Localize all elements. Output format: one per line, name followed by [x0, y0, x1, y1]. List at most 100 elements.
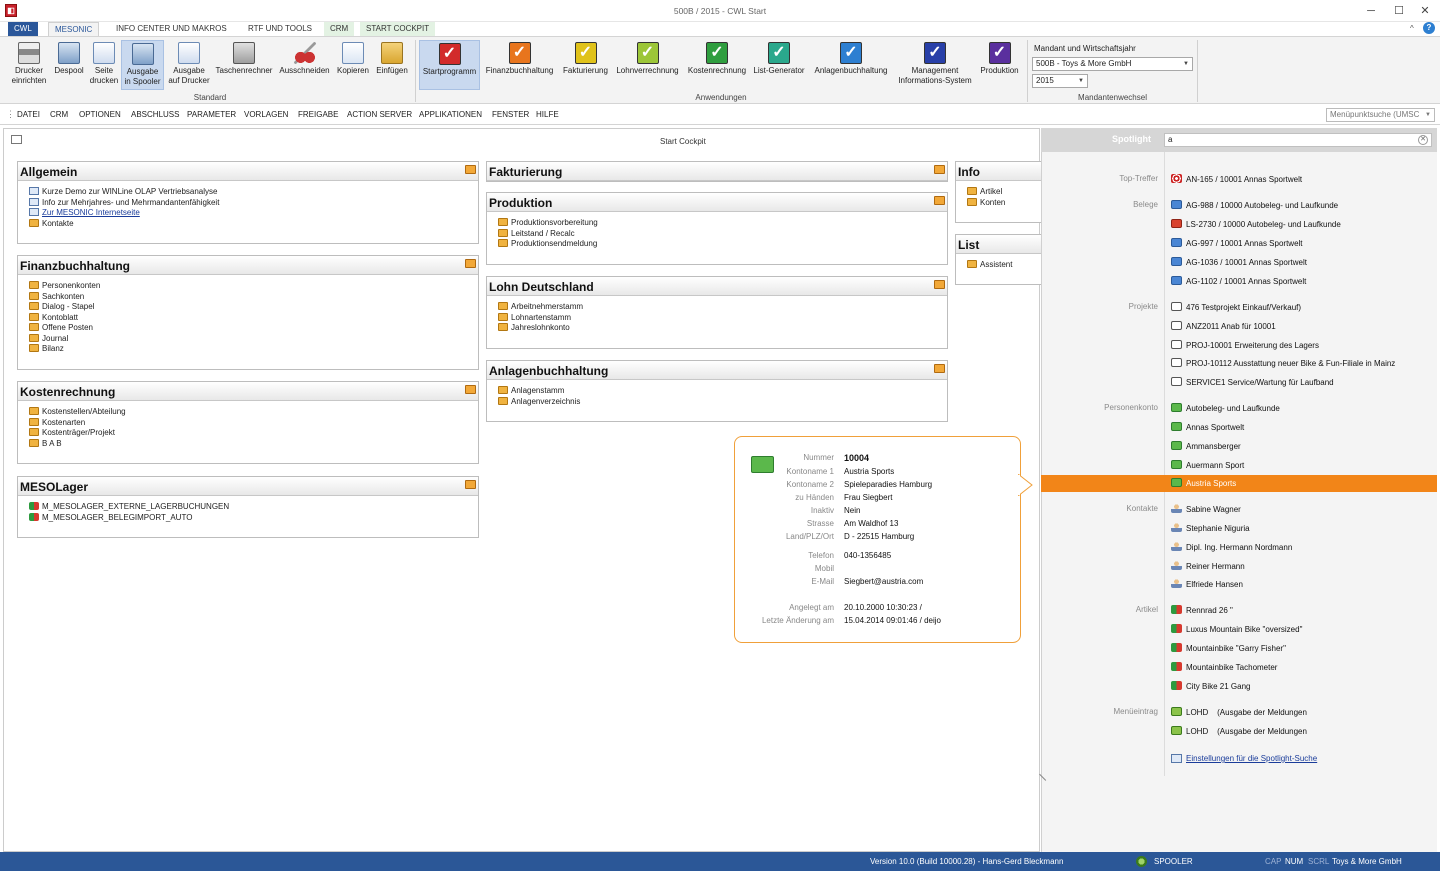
- menu-optionen[interactable]: OPTIONEN: [79, 110, 121, 119]
- finanzbuchhaltung-button[interactable]: ✓ Finanzbuchhaltung: [481, 40, 558, 90]
- spotlight-item[interactable]: LS-2730 / 10000 Autobeleg- und Laufkunde: [1171, 219, 1341, 229]
- spotlight-item[interactable]: City Bike 21 Gang: [1171, 681, 1250, 691]
- spotlight-item[interactable]: Rennrad 26 ": [1171, 605, 1233, 615]
- tab-start-cockpit[interactable]: START COCKPIT: [360, 22, 436, 36]
- spotlight-item[interactable]: AN-165 / 10001 Annas Sportwelt: [1171, 174, 1302, 184]
- list-item[interactable]: Kurze Demo zur WINLine OLAP Vertriebsana…: [29, 187, 478, 198]
- clear-icon[interactable]: ✕: [1418, 135, 1428, 145]
- folder-icon[interactable]: [465, 480, 476, 489]
- spotlight-item[interactable]: Annas Sportwelt: [1171, 422, 1244, 432]
- list-item[interactable]: Sachkonten: [29, 291, 478, 303]
- year-select[interactable]: 2015 ▼: [1032, 74, 1088, 88]
- menu-parameter[interactable]: PARAMETER: [187, 110, 236, 119]
- minimize-button[interactable]: ─: [1358, 3, 1384, 19]
- folder-icon[interactable]: [934, 165, 945, 174]
- list-item[interactable]: Arbeitnehmerstamm: [498, 302, 947, 313]
- fakturierung-button[interactable]: ✓ Fakturierung: [559, 40, 612, 90]
- mesonic-link[interactable]: Zur MESONIC Internetseite: [42, 208, 140, 217]
- spotlight-item[interactable]: Mountainbike Tachometer: [1171, 662, 1277, 672]
- list-item[interactable]: Zur MESONIC Internetseite: [29, 208, 478, 219]
- tab-cwl[interactable]: CWL: [8, 22, 38, 36]
- produktion-button[interactable]: ✓ Produktion: [976, 40, 1023, 90]
- menu-crm[interactable]: CRM: [50, 110, 68, 119]
- menu-vorlagen[interactable]: VORLAGEN: [244, 110, 288, 119]
- list-item[interactable]: Kontoblatt: [29, 312, 478, 324]
- printer-setup-button[interactable]: Drucker einrichten: [8, 40, 50, 90]
- list-item[interactable]: Kontakte: [29, 218, 478, 230]
- menu-search-input[interactable]: Menüpunktsuche (UMSC ▼: [1326, 108, 1435, 122]
- spotlight-item[interactable]: Elfriede Hansen: [1171, 579, 1243, 589]
- spooler-icon[interactable]: [1136, 856, 1147, 867]
- maximize-button[interactable]: ☐: [1386, 3, 1412, 19]
- folder-icon[interactable]: [934, 280, 945, 289]
- menu-applikationen[interactable]: APPLIKATIONEN: [419, 110, 482, 119]
- cut-button[interactable]: Ausschneiden: [276, 40, 333, 90]
- spotlight-item-selected[interactable]: Austria Sports: [1171, 478, 1236, 488]
- list-item[interactable]: Dialog - Stapel: [29, 302, 478, 313]
- spotlight-item[interactable]: Mountainbike "Garry Fisher": [1171, 643, 1286, 653]
- output-spooler-button[interactable]: Ausgabe in Spooler: [121, 40, 164, 90]
- list-item[interactable]: Personenkonten: [29, 281, 478, 292]
- print-page-button[interactable]: Seite drucken: [88, 40, 120, 90]
- menu-abschluss[interactable]: ABSCHLUSS: [131, 110, 179, 119]
- folder-icon[interactable]: [465, 385, 476, 394]
- spotlight-item[interactable]: Stephanie Niguria: [1171, 523, 1250, 533]
- spotlight-search-input[interactable]: a: [1164, 133, 1432, 147]
- folder-icon[interactable]: [934, 364, 945, 373]
- spotlight-item[interactable]: PROJ-10001 Erweiterung des Lagers: [1171, 340, 1319, 350]
- list-item[interactable]: Lohnartenstamm: [498, 312, 947, 324]
- spotlight-item[interactable]: SERVICE1 Service/Wartung für Laufband: [1171, 377, 1334, 387]
- list-item[interactable]: Artikel: [967, 187, 1041, 198]
- spotlight-item[interactable]: PROJ-10112 Ausstattung neuer Bike & Fun-…: [1171, 358, 1395, 368]
- list-item[interactable]: Konten: [967, 197, 1041, 209]
- tab-mesonic[interactable]: MESONIC: [48, 22, 100, 36]
- list-item[interactable]: Kostenträger/Projekt: [29, 428, 478, 439]
- menu-freigabe[interactable]: FREIGABE: [298, 110, 338, 119]
- list-item[interactable]: Kostenarten: [29, 417, 478, 429]
- spotlight-item[interactable]: LOHD (Ausgabe der Meldungen: [1171, 707, 1307, 717]
- folder-icon[interactable]: [934, 196, 945, 205]
- list-item[interactable]: B A B: [29, 438, 478, 450]
- close-button[interactable]: ✕: [1412, 3, 1438, 19]
- spotlight-item[interactable]: ANZ2011 Anab für 10001: [1171, 321, 1276, 331]
- menu-hilfe[interactable]: HILFE: [536, 110, 559, 119]
- management-informations-system-button[interactable]: ✓ Management Informations-System: [893, 40, 977, 90]
- tab-crm[interactable]: CRM: [324, 22, 355, 36]
- list-item[interactable]: Leitstand / Recalc: [498, 228, 947, 240]
- list-item[interactable]: Offene Posten: [29, 323, 478, 334]
- lohnverrechnung-button[interactable]: ✓ Lohnverrechnung: [612, 40, 683, 90]
- spotlight-item[interactable]: Reiner Hermann: [1171, 561, 1245, 571]
- list-item[interactable]: Assistent: [967, 260, 1041, 271]
- folder-icon[interactable]: [465, 259, 476, 268]
- list-item[interactable]: Produktionsendmeldung: [498, 239, 947, 250]
- spotlight-item[interactable]: AG-1102 / 10001 Annas Sportwelt: [1171, 276, 1306, 286]
- status-spooler[interactable]: SPOOLER: [1154, 857, 1193, 866]
- list-item[interactable]: Anlagenverzeichnis: [498, 396, 947, 408]
- kostenrechnung-button[interactable]: ✓ Kostenrechnung: [684, 40, 750, 90]
- spotlight-item[interactable]: Dipl. Ing. Hermann Nordmann: [1171, 542, 1292, 552]
- list-item[interactable]: Produktionsvorbereitung: [498, 218, 947, 229]
- menu-fenster[interactable]: FENSTER: [492, 110, 529, 119]
- list-generator-button[interactable]: ✓ List-Generator: [750, 40, 808, 90]
- spotlight-item[interactable]: Sabine Wagner: [1171, 504, 1241, 514]
- menu-datei[interactable]: DATEI: [17, 110, 40, 119]
- list-item[interactable]: Bilanz: [29, 344, 478, 355]
- collapse-ribbon-icon[interactable]: ^: [1410, 24, 1414, 33]
- anlagenbuchhaltung-button[interactable]: ✓ Anlagenbuchhaltung: [808, 40, 894, 90]
- output-printer-button[interactable]: Ausgabe auf Drucker: [165, 40, 213, 90]
- startprogramm-button[interactable]: ✓ Startprogramm: [419, 40, 480, 90]
- calculator-button[interactable]: Taschenrechner: [213, 40, 275, 90]
- spotlight-item[interactable]: Ammansberger: [1171, 441, 1241, 451]
- spotlight-item[interactable]: AG-997 / 10001 Annas Sportwelt: [1171, 238, 1303, 248]
- expand-icon[interactable]: [11, 135, 22, 144]
- spotlight-item[interactable]: AG-1036 / 10001 Annas Sportwelt: [1171, 257, 1307, 267]
- tab-rtf-tools[interactable]: RTF UND TOOLS: [242, 22, 318, 36]
- list-item[interactable]: Anlagenstamm: [498, 386, 947, 397]
- spotlight-item[interactable]: 476 Testprojekt Einkauf/Verkauf): [1171, 302, 1301, 312]
- spotlight-item[interactable]: Luxus Mountain Bike "oversized": [1171, 624, 1302, 634]
- folder-icon[interactable]: [465, 165, 476, 174]
- tab-info-center[interactable]: INFO CENTER UND MAKROS: [110, 22, 233, 36]
- list-item[interactable]: M_MESOLAGER_BELEGIMPORT_AUTO: [29, 512, 478, 524]
- spotlight-item[interactable]: Autobeleg- und Laufkunde: [1171, 403, 1280, 413]
- mandant-select[interactable]: 500B - Toys & More GmbH ▼: [1032, 57, 1193, 71]
